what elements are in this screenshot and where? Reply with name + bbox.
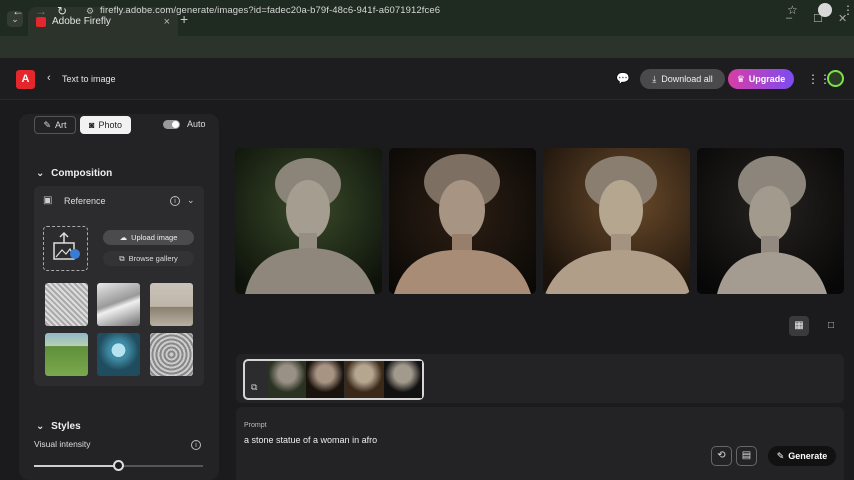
strip-thumb[interactable]	[268, 361, 306, 398]
cloud-upload-icon: ☁	[119, 233, 128, 242]
user-avatar[interactable]	[827, 70, 844, 87]
result-image[interactable]	[543, 148, 690, 294]
statue-image-4	[697, 148, 844, 294]
url-field[interactable]: firefly.adobe.com/generate/images?id=fad…	[100, 5, 440, 16]
info-icon[interactable]: i	[170, 196, 180, 206]
gallery-icon: ⧉	[119, 253, 125, 263]
visual-intensity-slider-thumb[interactable]	[112, 460, 124, 471]
reference-expand-chevron-icon[interactable]: ⌄	[187, 195, 195, 206]
generate-icon: ✎	[776, 450, 785, 461]
art-label: Art	[55, 120, 67, 130]
auto-label: Auto	[187, 119, 206, 129]
reload-icon[interactable]: ↻	[57, 4, 67, 18]
result-image[interactable]	[697, 148, 844, 294]
upload-image-label: Upload image	[131, 233, 178, 242]
gallery-thumb-living-room[interactable]	[150, 283, 193, 326]
gallery-thumb-abstract-waves[interactable]	[97, 283, 140, 326]
info-icon[interactable]: i	[191, 440, 201, 450]
bookmark-star-icon[interactable]: ☆	[787, 3, 798, 17]
download-all-button[interactable]: ⤓ Download all	[640, 69, 725, 89]
reference-icon: ▣	[43, 195, 53, 206]
back-nav-icon[interactable]: ←	[12, 4, 24, 18]
prompt-input[interactable]: a stone statue of a woman in afro	[244, 435, 377, 445]
upgrade-label: Upgrade	[748, 74, 786, 84]
brush-icon: ✎	[43, 119, 52, 130]
back-chevron-icon[interactable]: ‹	[47, 72, 51, 84]
browse-gallery-button[interactable]: ⧉ Browse gallery	[103, 251, 194, 266]
download-icon: ⤓	[652, 73, 657, 84]
content-type-art-button[interactable]: ✎ Art	[34, 116, 76, 134]
browser-menu-icon[interactable]: ⋮	[842, 3, 854, 17]
single-view-button[interactable]: □	[821, 316, 841, 336]
forward-nav-icon[interactable]: →	[35, 4, 47, 18]
styles-section-header[interactable]: ⌄ Styles	[36, 421, 81, 432]
auto-toggle[interactable]	[163, 120, 180, 129]
site-info-icon[interactable]: ⚙	[86, 6, 94, 17]
open-generation-icon[interactable]: ⧉	[251, 382, 257, 393]
gallery-thumb-bird-sketch[interactable]	[45, 283, 88, 326]
strip-thumb[interactable]	[306, 361, 344, 398]
adobe-favicon-icon	[36, 16, 46, 27]
gallery-thumb-green-field[interactable]	[45, 333, 88, 376]
feedback-icon[interactable]: 💬	[616, 72, 630, 85]
chevron-down-icon: ⌄	[36, 168, 45, 179]
reference-label: Reference	[64, 196, 106, 206]
statue-image-3	[543, 148, 690, 294]
page-title: Text to image	[62, 74, 116, 84]
statue-image-2	[389, 148, 536, 294]
composition-title: Composition	[51, 168, 113, 179]
crown-icon: ♛	[736, 73, 745, 84]
upgrade-button[interactable]: ♛ Upgrade	[728, 69, 794, 89]
result-image[interactable]	[389, 148, 536, 294]
browser-profile-avatar[interactable]	[818, 3, 832, 17]
prompt-label: Prompt	[244, 422, 267, 429]
styles-title: Styles	[51, 421, 81, 432]
visual-intensity-label: Visual intensity	[34, 439, 91, 449]
browse-gallery-label: Browse gallery	[128, 254, 178, 263]
upload-image-icon	[53, 231, 80, 260]
prompt-settings-button[interactable]: ▤	[736, 446, 757, 466]
content-type-photo-button[interactable]: ◙ Photo	[80, 116, 131, 134]
camera-icon: ◙	[89, 120, 95, 130]
gallery-thumb-blue-sphere[interactable]	[97, 333, 140, 376]
adobe-logo-icon[interactable]: A	[16, 70, 35, 89]
gallery-thumb-owl-pattern[interactable]	[150, 333, 193, 376]
grid-view-button[interactable]: ▦	[789, 316, 809, 336]
strip-thumb[interactable]	[384, 361, 422, 398]
app-header	[0, 58, 854, 100]
reference-drop-zone[interactable]	[43, 226, 88, 271]
history-button[interactable]: ⟲	[711, 446, 732, 466]
tab-close-icon[interactable]: ×	[164, 16, 170, 28]
address-bar-row	[0, 36, 854, 58]
download-all-label: Download all	[661, 74, 713, 84]
statue-image-1	[235, 148, 382, 294]
generate-button[interactable]: ✎ Generate	[768, 446, 836, 466]
strip-thumb[interactable]	[345, 361, 383, 398]
photo-label: Photo	[98, 120, 122, 130]
composition-section-header[interactable]: ⌄ Composition	[36, 168, 112, 179]
chevron-down-icon: ⌄	[36, 421, 45, 432]
visual-intensity-slider-fill	[34, 465, 119, 467]
result-image[interactable]	[235, 148, 382, 294]
upload-image-button[interactable]: ☁ Upload image	[103, 230, 194, 245]
generate-label: Generate	[788, 451, 828, 461]
